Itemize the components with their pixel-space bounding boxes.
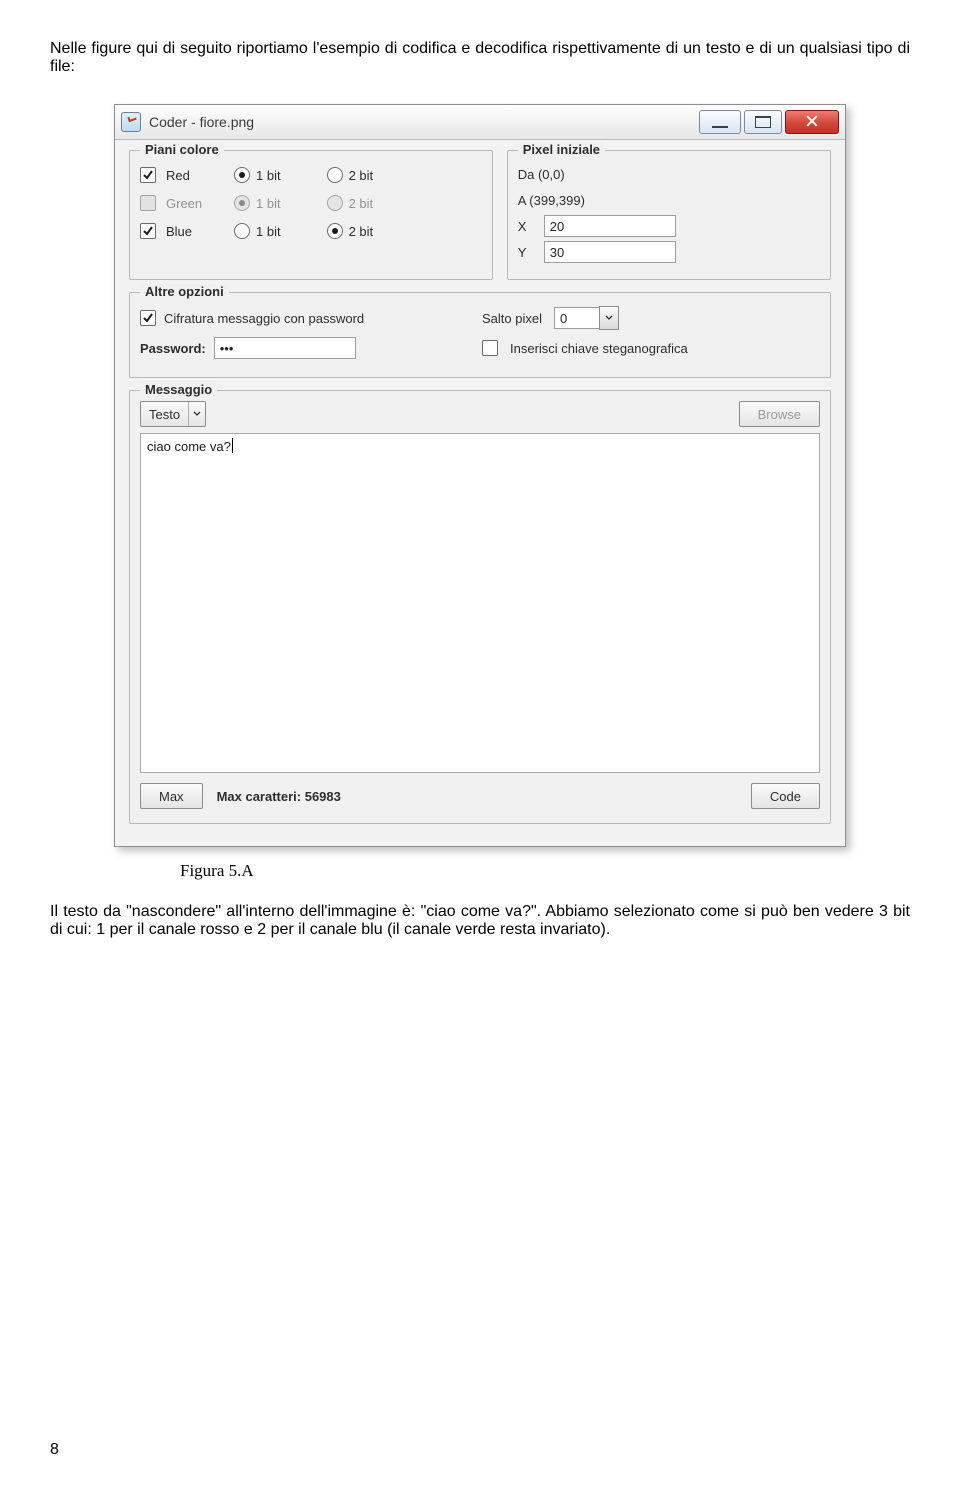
pixel-da: Da (0,0) (518, 167, 565, 182)
input-y[interactable]: 30 (544, 241, 676, 263)
body-paragraph: Il testo da "nascondere" all'interno del… (50, 903, 910, 939)
radio-blue-1bit[interactable]: 1 bit (234, 223, 281, 239)
window-body: Piani colore Red 1 bit 2 bit (115, 140, 845, 846)
legend-pixel: Pixel iniziale (518, 142, 605, 157)
close-button[interactable] (785, 110, 839, 134)
checkbox-cifratura[interactable] (140, 310, 156, 326)
group-piani-colore: Piani colore Red 1 bit 2 bit (129, 150, 493, 280)
label-salto: Salto pixel (482, 311, 542, 326)
max-button[interactable]: Max (140, 783, 203, 809)
label-red: Red (166, 168, 224, 183)
label-max-chars: Max caratteri: 56983 (217, 789, 341, 804)
figure-caption: Figura 5.A (180, 861, 910, 881)
spinner-arrow-icon[interactable] (599, 306, 619, 330)
plane-row-red: Red 1 bit 2 bit (140, 161, 482, 189)
label-blue: Blue (166, 224, 224, 239)
input-x[interactable]: 20 (544, 215, 676, 237)
group-pixel-iniziale: Pixel iniziale Da (0,0) A (399,399) X 20… (507, 150, 831, 280)
page-number: 8 (50, 1441, 59, 1459)
app-window: Coder - fiore.png Piani colore Red (114, 104, 846, 847)
pixel-a: A (399,399) (518, 193, 585, 208)
label-password: Password: (140, 341, 206, 356)
window-controls (696, 110, 839, 134)
input-password[interactable]: ••• (214, 337, 356, 359)
radio-blue-2bit[interactable]: 2 bit (327, 223, 374, 239)
radio-green-1bit: 1 bit (234, 195, 281, 211)
spinner-salto[interactable]: 0 (554, 306, 619, 330)
browse-button[interactable]: Browse (739, 401, 820, 427)
message-text: ciao come va? (147, 439, 231, 454)
minimize-button[interactable] (699, 110, 741, 134)
radio-red-2bit[interactable]: 2 bit (327, 167, 374, 183)
window-title: Coder - fiore.png (149, 114, 254, 130)
legend-messaggio: Messaggio (140, 382, 217, 397)
input-salto[interactable]: 0 (554, 307, 600, 329)
checkbox-green[interactable] (140, 195, 156, 211)
checkbox-blue[interactable] (140, 223, 156, 239)
radio-red-1bit[interactable]: 1 bit (234, 167, 281, 183)
java-app-icon (121, 112, 141, 132)
code-button[interactable]: Code (751, 783, 820, 809)
maximize-button[interactable] (744, 110, 782, 134)
plane-row-green: Green 1 bit 2 bit (140, 189, 482, 217)
label-green: Green (166, 196, 224, 211)
titlebar: Coder - fiore.png (115, 105, 845, 140)
radio-green-2bit: 2 bit (327, 195, 374, 211)
intro-paragraph: Nelle figure qui di seguito riportiamo l… (50, 40, 910, 76)
checkbox-chiave[interactable] (482, 340, 498, 356)
chevron-down-icon (188, 402, 205, 426)
combo-tipo-messaggio[interactable]: Testo (140, 401, 206, 427)
group-altre-opzioni: Altre opzioni Cifratura messaggio con pa… (129, 292, 831, 378)
label-cifratura: Cifratura messaggio con password (164, 311, 364, 326)
label-y: Y (518, 245, 536, 260)
textarea-messaggio[interactable]: ciao come va? (140, 433, 820, 773)
checkbox-red[interactable] (140, 167, 156, 183)
plane-row-blue: Blue 1 bit 2 bit (140, 217, 482, 245)
legend-piani: Piani colore (140, 142, 224, 157)
group-messaggio: Messaggio Testo Browse ciao come va? Max… (129, 390, 831, 824)
label-x: X (518, 219, 536, 234)
label-chiave: Inserisci chiave steganografica (510, 341, 688, 356)
legend-altre: Altre opzioni (140, 284, 229, 299)
